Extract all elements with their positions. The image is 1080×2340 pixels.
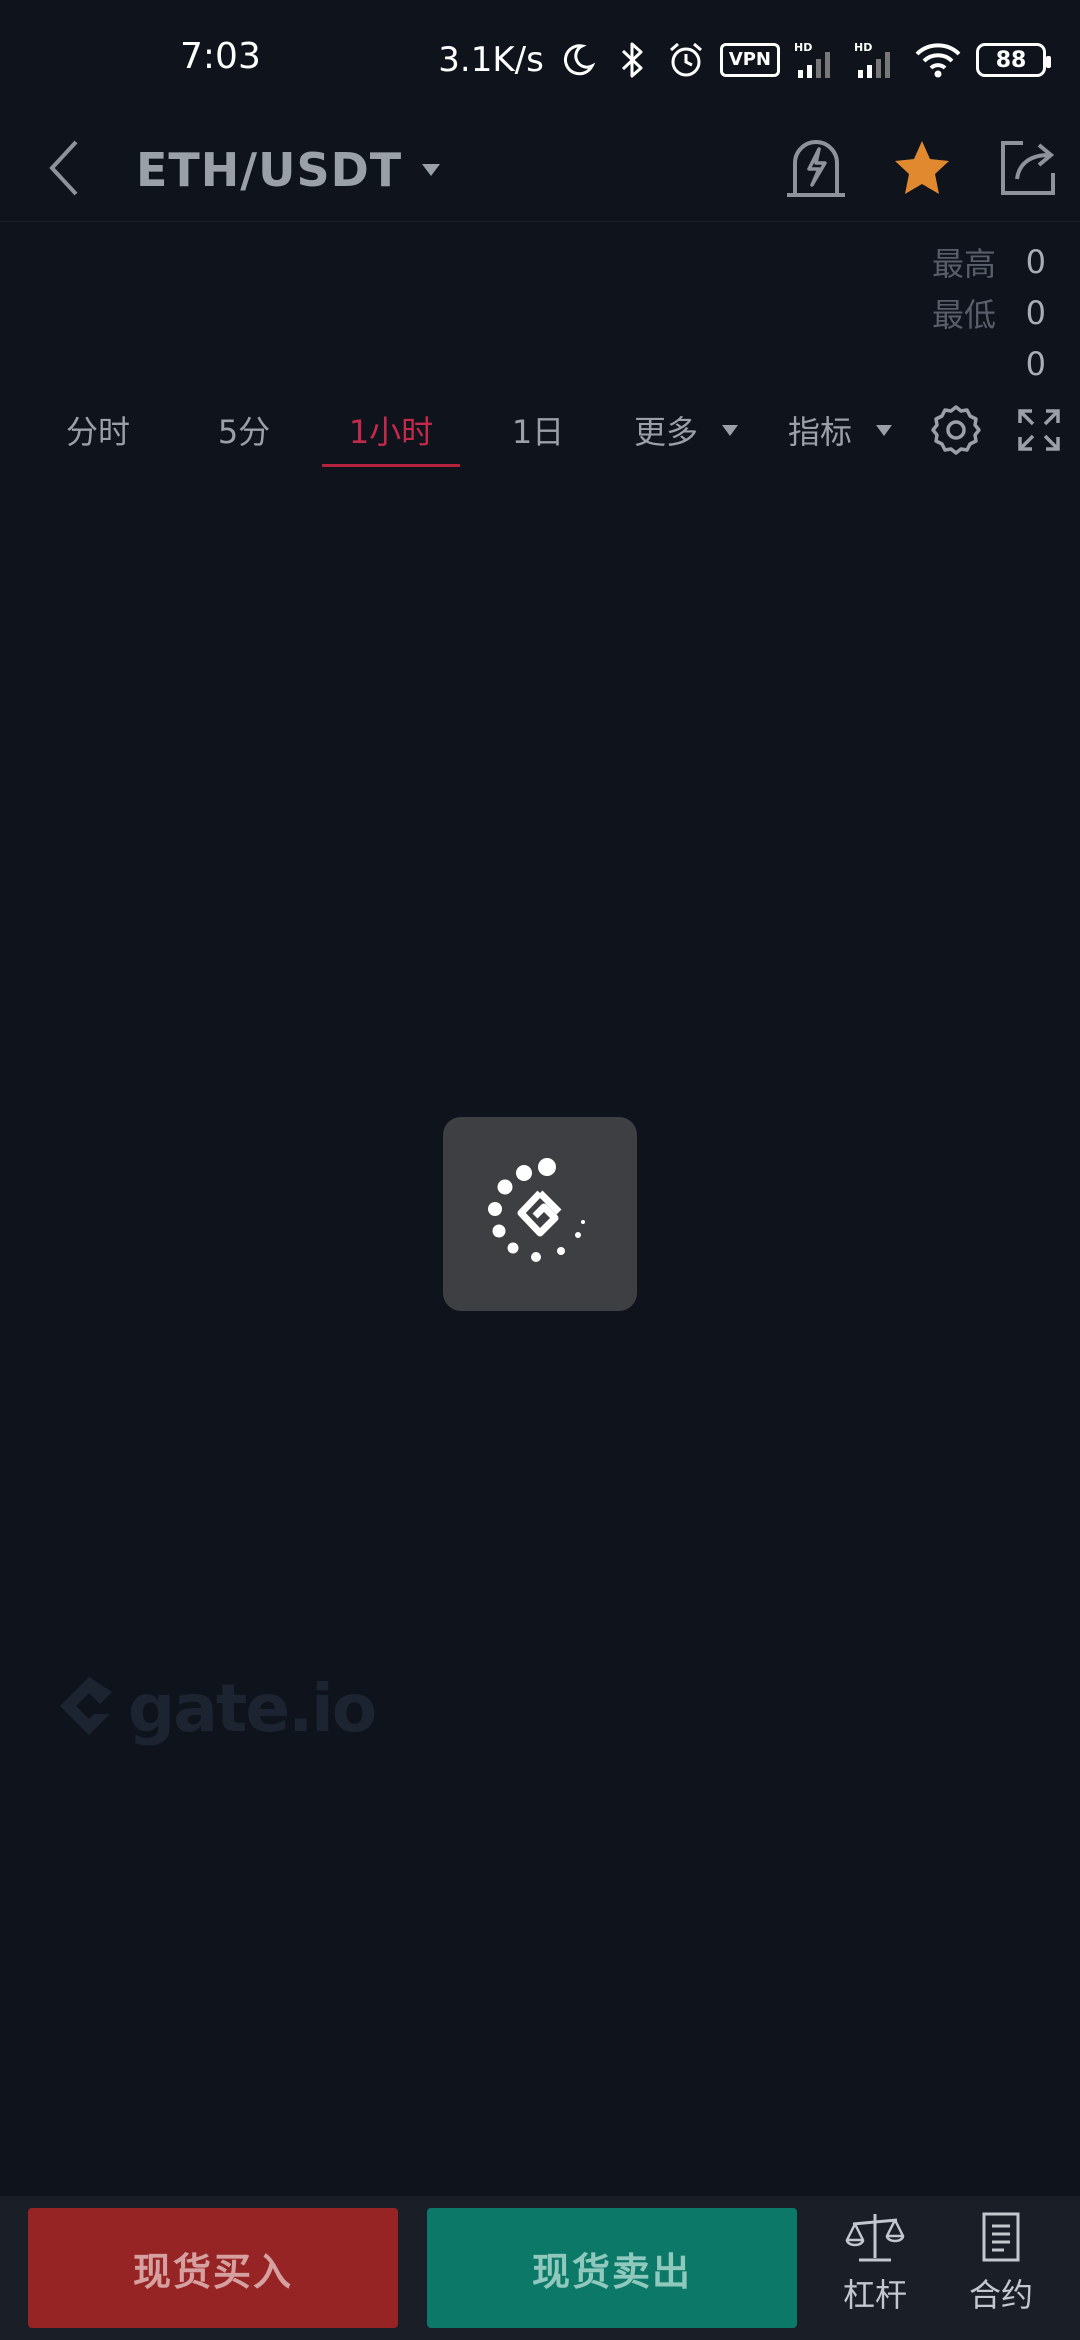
fullscreen-button[interactable] xyxy=(1004,390,1074,470)
share-button[interactable] xyxy=(988,126,1068,210)
watermark-text: gate.io xyxy=(128,1669,377,1747)
interval-tabs: 分时 5分 1小时 1日 更多 指标 xyxy=(0,390,1080,470)
caret-down-icon xyxy=(422,164,441,176)
moon-icon xyxy=(558,40,598,80)
network-speed: 3.1K/s xyxy=(438,40,544,80)
back-button[interactable] xyxy=(36,128,92,208)
margin-button[interactable]: 杠杆 xyxy=(820,2210,930,2330)
gear-icon xyxy=(931,405,981,455)
share-icon xyxy=(1001,141,1055,195)
alarm-icon xyxy=(666,40,706,80)
bluetooth-icon xyxy=(612,40,652,80)
screen: 7:03 3.1K/s VPN HD HD 88 ETH/USDT 最高 0 最… xyxy=(0,0,1080,2340)
gate-logo-icon xyxy=(60,1677,112,1735)
star-icon xyxy=(895,141,949,194)
status-icons: 3.1K/s VPN HD HD 88 xyxy=(438,30,1051,90)
indicator-dropdown[interactable]: 指标 xyxy=(772,390,908,470)
bottom-action-bar: 现货买入 现货卖出 杠杆 合约 xyxy=(0,2196,1080,2340)
price-stats: 最高 0 最低 0 0 xyxy=(846,236,1046,389)
signal-icon-2: HD xyxy=(854,40,900,80)
signal-icon: HD xyxy=(794,40,840,80)
svg-text:HD: HD xyxy=(854,41,872,54)
chart-area[interactable] xyxy=(0,480,1080,2180)
gate-io-watermark: gate.io xyxy=(54,1668,377,1748)
tab-5min[interactable]: 5分 xyxy=(176,390,312,470)
favorite-button[interactable] xyxy=(882,126,962,210)
vpn-badge: VPN xyxy=(719,43,780,77)
high-label: 最高 xyxy=(931,244,996,283)
caret-down-icon xyxy=(722,424,738,436)
contract-doc-icon xyxy=(982,2212,1020,2262)
volume-row: 0 xyxy=(846,338,1046,389)
spot-sell-button[interactable]: 现货卖出 xyxy=(427,2208,797,2328)
svg-text:HD: HD xyxy=(794,41,812,54)
margin-label: 杠杆 xyxy=(842,2276,907,2314)
low-value: 0 xyxy=(1025,293,1046,332)
high-row: 最高 0 xyxy=(846,236,1046,287)
high-value: 0 xyxy=(1025,242,1046,281)
status-time: 7:03 xyxy=(180,36,261,77)
battery-indicator: 88 xyxy=(976,43,1051,77)
expand-icon xyxy=(1018,409,1060,451)
chevron-left-icon xyxy=(49,140,78,196)
active-tab-indicator xyxy=(322,464,460,467)
top-nav: ETH/USDT xyxy=(0,118,1080,222)
tab-1day[interactable]: 1日 xyxy=(470,390,606,470)
tab-timeline[interactable]: 分时 xyxy=(30,390,166,470)
loading-spinner xyxy=(443,1117,637,1311)
price-alert-button[interactable] xyxy=(776,126,856,210)
scale-icon xyxy=(845,2214,905,2262)
more-label: 更多 xyxy=(633,413,698,451)
loading-icon xyxy=(488,1158,585,1262)
indicator-label: 指标 xyxy=(787,413,852,451)
status-bar: 7:03 3.1K/s VPN HD HD 88 xyxy=(0,0,1080,118)
pair-selector[interactable]: ETH/USDT xyxy=(136,132,441,208)
low-row: 最低 0 xyxy=(846,287,1046,338)
volume-value: 0 xyxy=(1025,344,1046,383)
tab-1hour[interactable]: 1小时 xyxy=(322,390,460,470)
low-label: 最低 xyxy=(931,295,996,334)
wifi-icon xyxy=(914,40,962,80)
spot-buy-button[interactable]: 现货买入 xyxy=(28,2208,398,2328)
chart-settings-button[interactable] xyxy=(918,390,994,470)
caret-down-icon xyxy=(876,424,892,436)
alarm-bell-icon xyxy=(787,140,845,197)
futures-label: 合约 xyxy=(968,2276,1033,2314)
futures-button[interactable]: 合约 xyxy=(946,2210,1056,2330)
pair-title: ETH/USDT xyxy=(136,143,403,197)
tab-more[interactable]: 更多 xyxy=(618,390,754,470)
